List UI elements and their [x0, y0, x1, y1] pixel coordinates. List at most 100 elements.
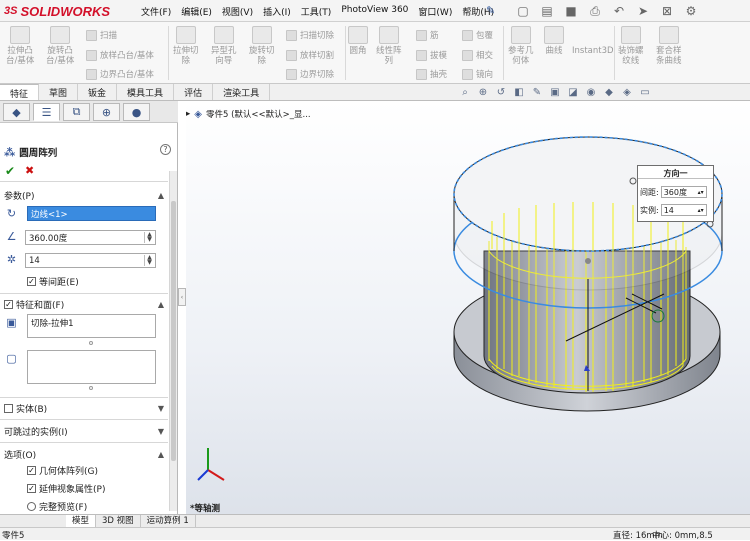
tab-motion-study[interactable]: 运动算例 1 — [141, 515, 196, 527]
ok-button[interactable]: ✔ — [5, 164, 15, 178]
menu-photoview[interactable]: PhotoView 360 — [336, 5, 413, 18]
collapse-caret-icon[interactable]: ▲ — [158, 191, 164, 200]
ribbon-fillet[interactable]: 圆角 — [348, 26, 368, 56]
open-folder-icon[interactable]: ▤ — [536, 2, 558, 20]
expand-caret-icon[interactable]: ▼ — [158, 404, 164, 413]
apply-scene-icon[interactable]: ◈ — [620, 86, 634, 99]
ribbon-mirror[interactable]: 镜向 — [462, 68, 493, 80]
rebuild-icon[interactable]: ⊠ — [656, 2, 678, 20]
features-box[interactable]: ✓ — [4, 299, 13, 309]
menu-window[interactable]: 窗口(W) — [413, 5, 457, 18]
tab-sketch[interactable]: 草图 — [39, 84, 79, 100]
ribbon-draft[interactable]: 拔模 — [416, 49, 447, 61]
menu-file[interactable]: 文件(F) — [136, 5, 176, 18]
resize-handle-icon[interactable] — [89, 341, 93, 345]
ribbon-cosmetic-thread[interactable]: 装饰螺 纹线 — [618, 26, 644, 66]
display-style-icon[interactable]: ◪ — [566, 86, 580, 99]
collapse-caret-icon[interactable]: ▲ — [158, 450, 164, 459]
zoom-area-icon[interactable]: ⊕ — [476, 86, 490, 99]
ribbon-shell[interactable]: 抽壳 — [416, 68, 447, 80]
edit-appearance-icon[interactable]: ◆ — [602, 86, 616, 99]
cancel-button[interactable]: ✖ — [25, 164, 34, 177]
full-preview-radio[interactable]: 完整预览(F) — [27, 500, 87, 513]
menu-view[interactable]: 视图(V) — [217, 5, 258, 18]
options-gear-icon[interactable]: ⚙ — [680, 2, 702, 20]
configuration-tab-icon[interactable]: ⧉ — [63, 103, 90, 121]
geometry-pattern-box[interactable]: ✓ — [27, 466, 36, 475]
menu-insert[interactable]: 插入(I) — [258, 5, 296, 18]
equal-spacing-box[interactable]: ✓ — [27, 277, 36, 286]
save-icon[interactable]: ■ — [560, 2, 582, 20]
bodies-section-header[interactable]: 实体(B) ▼ — [0, 400, 168, 416]
features-section-header[interactable]: ✓ 特征和面(F) ▲ — [0, 296, 168, 312]
equal-spacing-checkbox[interactable]: ✓ 等间距(E) — [27, 275, 79, 288]
ribbon-hole-wizard[interactable]: 异型孔 向导 — [211, 26, 237, 66]
full-preview-radio-dot[interactable] — [27, 502, 36, 511]
tree-part-label[interactable]: 零件5 (默认<<默认>_显... — [206, 108, 311, 120]
tab-3d-views[interactable]: 3D 视图 — [96, 515, 141, 527]
panel-scrollbar[interactable] — [169, 171, 177, 511]
params-section-header[interactable]: 参数(P) ▲ — [0, 187, 168, 203]
panel-splitter-handle[interactable]: ‹ — [178, 288, 186, 306]
ribbon-loft-boss[interactable]: 放样凸台/基体 — [86, 49, 154, 61]
instances-field[interactable]: 14 ▲ ▼ — [25, 253, 156, 268]
ribbon-linear-pattern[interactable]: 线性阵 列 — [376, 26, 402, 66]
faces-list[interactable] — [27, 350, 156, 384]
print-icon[interactable]: ⎙ — [584, 2, 606, 20]
bodies-box[interactable] — [4, 403, 13, 413]
zoom-fit-icon[interactable]: ⌕ — [458, 86, 472, 99]
new-doc-icon[interactable]: ▢ — [512, 2, 534, 20]
tab-mold-tools[interactable]: 模具工具 — [117, 84, 175, 100]
ribbon-fit-spline[interactable]: 套合样 条曲线 — [656, 26, 682, 66]
ribbon-sweep[interactable]: 扫描 — [86, 29, 117, 41]
features-checkbox[interactable]: ✓ 特征和面(F) — [4, 298, 64, 311]
bodies-checkbox[interactable]: 实体(B) — [4, 402, 47, 415]
previous-view-icon[interactable]: ↺ — [494, 86, 508, 99]
ribbon-wrap[interactable]: 包覆 — [462, 29, 493, 41]
propagate-visual-box[interactable]: ✓ — [27, 484, 36, 493]
ribbon-reference-geometry[interactable]: 参考几 何体 — [508, 26, 534, 66]
ribbon-revolve-cut[interactable]: 旋转切 除 — [249, 26, 275, 66]
features-list[interactable]: 切除-拉伸1 — [27, 314, 156, 338]
tab-render-tools[interactable]: 渲染工具 — [213, 84, 271, 100]
scrollbar-thumb[interactable] — [171, 201, 176, 461]
hide-show-icon[interactable]: ◉ — [584, 86, 598, 99]
options-section-header[interactable]: 选项(O) ▲ — [0, 446, 168, 462]
direction-callout[interactable]: 方向一 间距: 360度 ▴▾ 实例: 14 ▴▾ — [637, 165, 714, 222]
display-manager-tab-icon[interactable]: ● — [123, 103, 150, 121]
callout-spacing-field[interactable]: 360度 ▴▾ — [660, 186, 707, 198]
view-settings-icon[interactable]: ▭ — [638, 86, 652, 99]
ribbon-extrude-cut[interactable]: 拉伸切 除 — [173, 26, 199, 66]
callout-count-field[interactable]: 14 ▴▾ — [660, 204, 707, 216]
ribbon-revolve-boss[interactable]: 旋转凸 台/基体 — [46, 26, 74, 66]
select-arrow-icon[interactable]: ➤ — [632, 2, 654, 20]
feature-list-item[interactable]: 切除-拉伸1 — [31, 319, 73, 329]
dimxpert-tab-icon[interactable]: ⊕ — [93, 103, 120, 121]
collapse-caret-icon[interactable]: ▲ — [158, 300, 164, 309]
resize-handle-icon[interactable] — [89, 386, 93, 390]
tab-evaluate[interactable]: 评估 — [174, 84, 214, 100]
dynamic-annotation-icon[interactable]: ✎ — [530, 86, 544, 99]
ribbon-curves[interactable]: 曲线 — [544, 26, 564, 56]
view-orientation-icon[interactable]: ▣ — [548, 86, 562, 99]
spinner-icon[interactable]: ▴▾ — [698, 189, 704, 196]
ribbon-rib[interactable]: 筋 — [416, 29, 439, 41]
property-manager-tab-icon[interactable]: ☰ — [33, 103, 60, 121]
ribbon-instant3d[interactable]: Instant3D — [572, 26, 614, 56]
instances-spinner[interactable]: ▲ ▼ — [144, 255, 154, 266]
ribbon-boundary-cut[interactable]: 边界切除 — [286, 68, 334, 80]
angle-field[interactable]: 360.00度 ▲ ▼ — [25, 230, 156, 245]
ribbon-intersect[interactable]: 相交 — [462, 49, 493, 61]
geometry-pattern-checkbox[interactable]: ✓ 几何体阵列(G) — [27, 464, 98, 477]
help-icon[interactable]: ? — [160, 144, 171, 155]
ribbon-extrude-boss[interactable]: 拉伸凸 台/基体 — [6, 26, 34, 66]
menu-edit[interactable]: 编辑(E) — [176, 5, 217, 18]
graphics-viewport[interactable] — [186, 101, 750, 514]
tab-sheet-metal[interactable]: 钣金 — [78, 84, 118, 100]
ribbon-lofted-cut[interactable]: 放样切割 — [286, 49, 334, 61]
pin-icon[interactable]: ✎ — [486, 4, 495, 17]
menu-tools[interactable]: 工具(T) — [296, 5, 337, 18]
undo-icon[interactable]: ↶ — [608, 2, 630, 20]
skip-instances-header[interactable]: 可跳过的实例(I) ▼ — [0, 423, 168, 439]
feature-tree-tab-icon[interactable]: ◆ — [3, 103, 30, 121]
